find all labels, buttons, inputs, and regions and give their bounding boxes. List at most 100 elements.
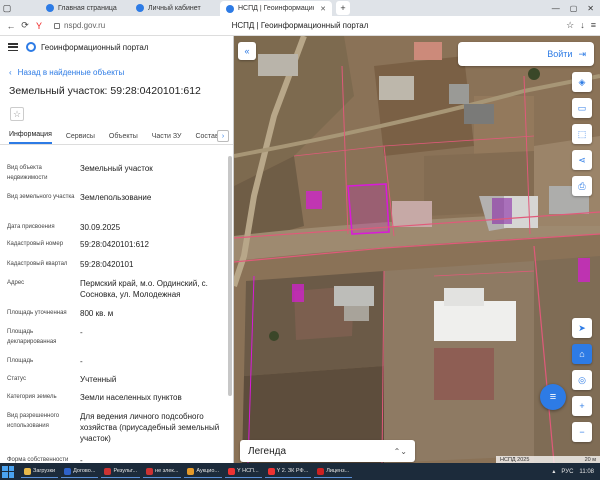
select-icon[interactable]: ⬚ [572,124,592,144]
property-value: - [80,357,83,366]
print-icon[interactable]: ⎙ [572,176,592,196]
close-window-icon[interactable]: ✕ [587,4,594,13]
collapse-panel-button[interactable]: « [238,42,256,60]
hamburger-icon[interactable] [8,43,18,51]
maximize-icon[interactable]: ▢ [570,4,578,13]
property-value: Земли населенных пунктов [80,393,182,402]
chevron-updown-icon: ⌃⌄ [393,446,407,456]
map-nav-toolbar: ➤ ⌂ ◎ + − [572,318,592,442]
taskbar-label: Y НСП... [237,468,259,474]
reload-icon[interactable]: ⟳ [18,20,32,31]
legend-select[interactable]: Легенда ⌃⌄ [240,440,415,462]
taskbar-item[interactable]: Загрузки [21,465,59,478]
property-value: - [80,328,83,337]
taskbar-item[interactable]: Догово... [61,465,99,478]
property-value: 800 кв. м [80,309,114,318]
taskbar-label: Догово... [73,468,96,474]
taskbar-item[interactable]: Результ... [101,465,141,478]
scrollbar-thumb[interactable] [228,156,232,396]
chat-icon[interactable]: ≡ [540,384,566,410]
property-value: Землепользование [80,193,152,202]
zoom-in-icon[interactable]: + [572,396,592,416]
property-value: Для ведения личного подсобного хозяйства… [80,412,220,443]
taskbar-item[interactable]: Аукцио... [184,465,223,478]
portal-header: Геоинформационный портал [0,36,233,58]
login-button[interactable]: Войти ⇥ [458,42,594,66]
favorite-star-icon[interactable]: ☆ [10,107,24,121]
share-icon[interactable]: ⋖ [572,150,592,170]
taskbar-item[interactable]: Лиценз... [314,465,353,478]
property-key: Вид разрешенного использования [7,413,60,429]
start-menu-icon[interactable] [2,465,14,478]
gps-icon[interactable]: ◎ [572,370,592,390]
property-key: Площадь декларированная [7,329,57,345]
url-field[interactable]: nspd.gov.ru [54,21,105,30]
map-view[interactable]: « Войти ⇥ ◈ ▭ ⬚ ⋖ ⎙ ➤ ⌂ ◎ + − ≡ Легенда … [234,36,600,463]
ruler-icon[interactable]: ▭ [572,98,592,118]
os-taskbar: Загрузки Догово... Результ... не злек...… [0,463,600,480]
property-key: Категория земель [7,394,57,400]
menu-icon[interactable]: ≡ [591,20,596,31]
taskbar-item[interactable]: не злек... [143,465,182,478]
tab-label: Главная страница [58,4,117,12]
chevron-right-icon[interactable]: › [217,130,229,142]
scale-label: 20 м [584,456,596,463]
tab-objects[interactable]: Объекты [109,133,138,144]
zoom-out-icon[interactable]: − [572,422,592,442]
taskbar-label: Лиценз... [326,468,350,474]
site-favicon-icon [226,4,234,13]
map-attribution: НСПД 2025 20 м [496,456,600,463]
taskbar-label: Результ... [113,468,138,474]
clock[interactable]: 11:08 [579,469,594,475]
tab-services[interactable]: Сервисы [66,133,95,144]
layers-icon[interactable]: ◈ [572,72,592,92]
browser-tab-nspd[interactable]: НСПД | Геоинформационный портал ✕ [220,1,332,16]
property-value: 59:28:0420101:612 [80,240,149,249]
copyright-text: НСПД 2025 [500,456,530,463]
url-text: nspd.gov.ru [64,21,106,30]
window-controls: — ▢ ✕ [552,4,600,13]
home-icon[interactable]: ⌂ [572,344,592,364]
property-value: 59:28:0420101 [80,260,134,269]
tab-parts[interactable]: Части ЗУ [152,133,182,144]
panel-scrollbar[interactable] [228,156,233,456]
yandex-browser-icon [267,467,275,475]
locate-icon[interactable]: ➤ [572,318,592,338]
minimize-icon[interactable]: — [552,4,560,13]
browser-tab-account[interactable]: Личный кабинет [130,1,220,15]
property-key: Кадастровый квартал [7,261,68,267]
tab-composition[interactable]: Состав [195,133,218,144]
taskbar-label: Аукцио... [196,468,220,474]
tab-info[interactable]: Информация [9,131,52,144]
yandex-icon[interactable]: Y [32,21,46,31]
browser-tab-home[interactable]: Главная страница [40,1,130,15]
page-title: НСПД | Геоинформационный портал [231,21,369,30]
back-to-results-link[interactable]: ‹ Назад в найденные объекты [9,68,233,77]
document-icon [104,467,112,475]
object-tabs: Информация Сервисы Объекты Части ЗУ Сост… [0,129,233,145]
system-tray: ▴ РУС 11:08 [552,468,600,476]
property-key: Статус [7,376,26,382]
property-key: Вид земельного участка [7,194,75,200]
property-key: Адрес [7,280,25,286]
property-value: Учтенный [80,375,117,384]
document-icon [146,467,154,475]
taskbar-label: Y 2. ЗК РФ... [276,468,309,474]
parcel-title: Земельный участок: 59:28:0420101:612 [9,85,201,97]
bookmark-icon[interactable]: ☆ [566,20,574,31]
taskbar-item[interactable]: Y НСП... [225,465,262,478]
network-icon[interactable]: ▴ [552,468,555,475]
taskbar-item[interactable]: Y 2. ЗК РФ... [264,465,312,478]
taskbar-label: Загрузки [33,468,56,474]
tab-label: НСПД | Геоинформационный портал [238,5,314,12]
property-key: Площадь [7,358,34,364]
taskbar-label: не злек... [155,468,179,474]
property-key: Дата присвоения [7,224,55,230]
new-tab-icon[interactable]: + [336,1,350,15]
close-tab-icon[interactable]: ✕ [320,5,326,13]
tab-actions-icon[interactable]: ▢ [0,1,14,15]
lang-indicator[interactable]: РУС [561,469,573,475]
login-label: Войти [547,49,573,59]
back-nav-icon[interactable]: ← [4,21,18,31]
download-icon[interactable]: ↓ [580,20,585,31]
